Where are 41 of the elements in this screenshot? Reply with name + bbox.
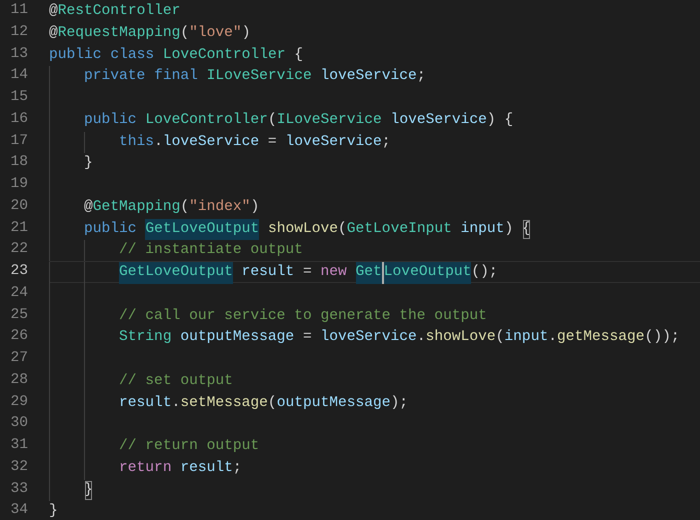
- line-number: 20: [9, 196, 28, 216]
- line-number: 22: [9, 240, 28, 260]
- code-line: // call our service to generate the output: [119, 306, 487, 326]
- code-line: this.loveService = loveService;: [119, 132, 391, 152]
- line-number: 33: [9, 480, 28, 498]
- line-number: 14: [9, 66, 28, 86]
- line-number: 15: [9, 88, 28, 107]
- code-line: GetLoveOutput result = new Get LoveOutput();: [119, 262, 498, 282]
- code-line: String outputMessage = loveService.showLove(input.getMessage());: [119, 328, 680, 347]
- code-line: public class LoveController {: [49, 46, 303, 64]
- line-number: 34: [9, 501, 28, 520]
- line-number: 11: [9, 1, 28, 20]
- line-number: 31: [9, 436, 28, 455]
- line-number: 27: [9, 349, 28, 368]
- line-number: 12: [9, 22, 28, 42]
- line-number: 29: [9, 392, 28, 412]
- code-line: }: [84, 154, 93, 173]
- line-number: 30: [9, 414, 28, 434]
- code-line: }: [49, 502, 58, 520]
- line-number: 26: [9, 327, 28, 346]
- code-line: @RestController: [49, 2, 180, 21]
- code-line: return result;: [119, 458, 242, 478]
- code-line: // set output: [119, 372, 233, 390]
- line-number: 19: [9, 175, 28, 194]
- line-number: 25: [9, 306, 28, 324]
- code-line: private final ILoveService loveService;: [84, 67, 426, 86]
- code-line: @RequestMapping("love"): [49, 24, 250, 42]
- code-line: public LoveController(ILoveService loveService) {: [84, 110, 514, 130]
- code-line: // return output: [119, 437, 260, 456]
- code-line: @GetMapping("index"): [84, 198, 260, 216]
- code-line: result.setMessage(outputMessage);: [119, 394, 408, 412]
- code-line: // instantiate output: [119, 241, 303, 260]
- line-number: 18: [9, 153, 28, 172]
- line-number: 13: [9, 44, 28, 64]
- line-number: 24: [9, 284, 28, 303]
- line-number: 17: [9, 132, 28, 150]
- line-number: 23: [9, 262, 28, 281]
- line-number: 32: [9, 458, 28, 477]
- line-number: 28: [9, 370, 28, 390]
- line-number: 21: [9, 218, 28, 238]
- line-number: 16: [9, 110, 28, 129]
